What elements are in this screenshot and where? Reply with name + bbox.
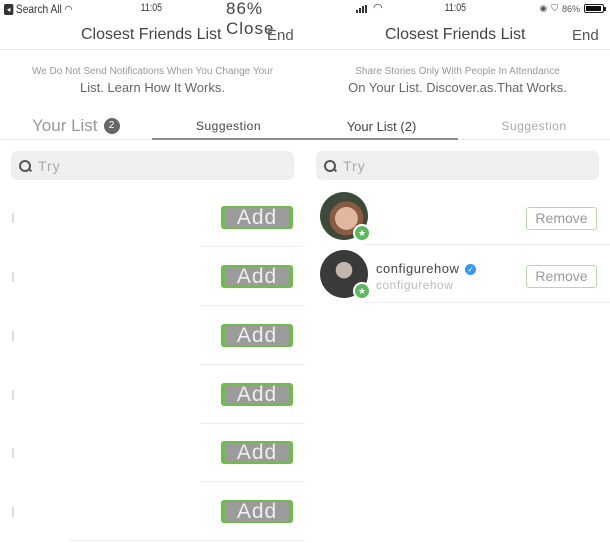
remove-button[interactable]: Remove [526, 207, 597, 230]
suggestion-row: Add [0, 366, 305, 424]
suggestion-row: Add [0, 307, 305, 365]
close-friend-star-icon: ★ [353, 224, 371, 242]
info-text: We Do Not Send Notifications When You Ch… [0, 66, 305, 95]
wifi-icon: ◠ [64, 3, 73, 16]
tab-your-list[interactable]: Your List (2) [305, 112, 458, 140]
full-name: configurehow [376, 278, 454, 292]
username[interactable]: configurehow [376, 261, 459, 276]
add-button[interactable]: Add [221, 383, 293, 406]
end-button[interactable]: End [572, 27, 599, 44]
row-divider [365, 302, 610, 303]
tab-label: Your List [32, 116, 98, 135]
active-tab-indicator [152, 138, 305, 140]
search-input[interactable] [38, 157, 238, 174]
row-divider [200, 481, 305, 482]
row-divider [200, 246, 305, 247]
carrier-label: Search All [15, 2, 62, 16]
info-text: Share Stories Only With People In Attend… [305, 66, 610, 95]
battery-percent: 86% [561, 3, 580, 14]
app-back-icon[interactable]: ◂ [4, 3, 14, 15]
row-divider [68, 540, 305, 541]
search-icon [324, 159, 336, 172]
add-button[interactable]: Add [221, 265, 293, 288]
close-friend-star-icon: ★ [353, 282, 371, 300]
add-button[interactable]: Add [221, 441, 293, 464]
friend-row: ★ Remove [305, 187, 610, 245]
clock: 11:05 [140, 2, 163, 14]
suggestion-row: Add [0, 424, 305, 482]
tab-label: Suggestion [501, 119, 567, 133]
active-tab-indicator [305, 138, 458, 140]
search-input[interactable] [343, 157, 543, 174]
tab-bar: Your List (2) Suggestion [305, 112, 610, 140]
row-divider [200, 305, 305, 306]
shield-icon: ⛉ [551, 3, 558, 13]
add-button[interactable]: Add [221, 500, 293, 523]
add-button[interactable]: Add [221, 324, 293, 347]
wifi-icon: ◠ [373, 2, 383, 14]
your-list-screen: ◠ 11:05 ◉ ⛉ 86% Closest Friends List End… [305, 0, 610, 543]
discover-link[interactable]: On Your List. Discover.as.That Works. [305, 80, 610, 95]
battery-icon [584, 4, 606, 13]
end-button[interactable]: End [267, 27, 294, 44]
status-bar: ◂ Search All ◠ 11:05 86% Close [0, 0, 305, 38]
remove-button[interactable]: Remove [526, 265, 597, 288]
search-bar[interactable] [316, 151, 599, 180]
suggestion-row: Add [0, 189, 305, 247]
nav-bar: Closest Friends List End [305, 18, 610, 50]
verified-badge-icon: ✓ [465, 264, 477, 275]
suggestion-row: Add [0, 248, 305, 306]
search-bar[interactable] [11, 151, 294, 180]
search-icon [19, 159, 31, 172]
row-divider [200, 364, 305, 365]
add-button[interactable]: Add [221, 206, 293, 229]
info-line-1: Share Stories Only With People In Attend… [355, 66, 560, 77]
page-title: Closest Friends List [385, 26, 526, 43]
tab-bar: Your List 2 Suggestion [0, 112, 305, 140]
status-bar: ◠ 11:05 ◉ ⛉ 86% [305, 0, 610, 18]
tab-label: Your List (2) [346, 118, 417, 134]
learn-how-link[interactable]: List. Learn How It Works. [0, 80, 305, 95]
clock: 11:05 [444, 2, 467, 14]
suggestion-screen: ◂ Search All ◠ 11:05 86% Close Closest F… [0, 0, 305, 543]
tab-suggestion[interactable]: Suggestion [458, 112, 610, 140]
count-badge: 2 [103, 118, 120, 134]
friend-row: ★ configurehow ✓ configurehow Remove [305, 245, 610, 303]
page-title: Closest Friends List [81, 26, 222, 43]
info-line-1: We Do Not Send Notifications When You Ch… [31, 66, 274, 77]
suggestion-row: Add [0, 483, 305, 541]
nav-bar: Closest Friends List End [0, 18, 305, 50]
rotation-lock-icon: ◉ [539, 3, 548, 13]
tab-your-list[interactable]: Your List 2 [32, 112, 142, 140]
signal-icon [356, 5, 367, 13]
tab-suggestion[interactable]: Suggestion [152, 112, 305, 140]
tab-label: Suggestion [195, 119, 262, 133]
